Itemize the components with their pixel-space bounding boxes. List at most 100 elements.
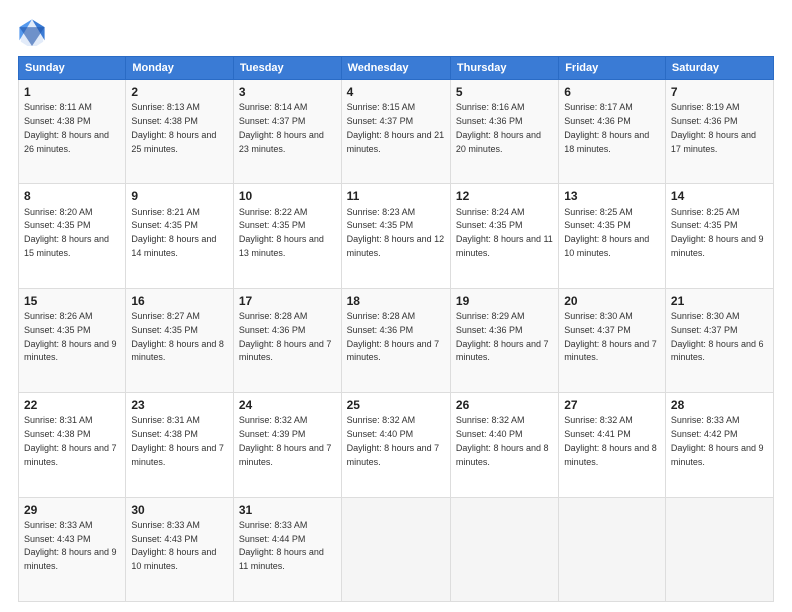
- table-row: 28 Sunrise: 8:33 AMSunset: 4:42 PMDaylig…: [665, 393, 773, 497]
- cell-info: Sunrise: 8:26 AMSunset: 4:35 PMDaylight:…: [24, 311, 117, 362]
- table-row: 30 Sunrise: 8:33 AMSunset: 4:43 PMDaylig…: [126, 497, 234, 601]
- table-row: 10 Sunrise: 8:22 AMSunset: 4:35 PMDaylig…: [233, 184, 341, 288]
- table-row: 3 Sunrise: 8:14 AMSunset: 4:37 PMDayligh…: [233, 80, 341, 184]
- cell-info: Sunrise: 8:32 AMSunset: 4:40 PMDaylight:…: [456, 415, 549, 466]
- cell-info: Sunrise: 8:32 AMSunset: 4:39 PMDaylight:…: [239, 415, 332, 466]
- table-row: 26 Sunrise: 8:32 AMSunset: 4:40 PMDaylig…: [450, 393, 558, 497]
- day-number: 3: [239, 84, 336, 100]
- cell-info: Sunrise: 8:14 AMSunset: 4:37 PMDaylight:…: [239, 102, 324, 153]
- day-number: 14: [671, 188, 768, 204]
- table-row: 15 Sunrise: 8:26 AMSunset: 4:35 PMDaylig…: [19, 288, 126, 392]
- day-number: 27: [564, 397, 660, 413]
- day-number: 21: [671, 293, 768, 309]
- cell-info: Sunrise: 8:33 AMSunset: 4:43 PMDaylight:…: [131, 520, 216, 571]
- day-number: 19: [456, 293, 553, 309]
- table-row: 4 Sunrise: 8:15 AMSunset: 4:37 PMDayligh…: [341, 80, 450, 184]
- table-row: 18 Sunrise: 8:28 AMSunset: 4:36 PMDaylig…: [341, 288, 450, 392]
- day-number: 10: [239, 188, 336, 204]
- cell-info: Sunrise: 8:33 AMSunset: 4:44 PMDaylight:…: [239, 520, 324, 571]
- day-number: 16: [131, 293, 228, 309]
- table-row: 25 Sunrise: 8:32 AMSunset: 4:40 PMDaylig…: [341, 393, 450, 497]
- table-row: 8 Sunrise: 8:20 AMSunset: 4:35 PMDayligh…: [19, 184, 126, 288]
- day-number: 4: [347, 84, 445, 100]
- cell-info: Sunrise: 8:32 AMSunset: 4:41 PMDaylight:…: [564, 415, 657, 466]
- cell-info: Sunrise: 8:33 AMSunset: 4:42 PMDaylight:…: [671, 415, 764, 466]
- logo: [18, 18, 50, 46]
- day-number: 1: [24, 84, 120, 100]
- day-number: 24: [239, 397, 336, 413]
- day-number: 8: [24, 188, 120, 204]
- col-wednesday: Wednesday: [341, 57, 450, 80]
- col-friday: Friday: [559, 57, 666, 80]
- calendar-week-row: 22 Sunrise: 8:31 AMSunset: 4:38 PMDaylig…: [19, 393, 774, 497]
- cell-info: Sunrise: 8:24 AMSunset: 4:35 PMDaylight:…: [456, 207, 553, 258]
- table-row: 12 Sunrise: 8:24 AMSunset: 4:35 PMDaylig…: [450, 184, 558, 288]
- cell-info: Sunrise: 8:27 AMSunset: 4:35 PMDaylight:…: [131, 311, 224, 362]
- cell-info: Sunrise: 8:28 AMSunset: 4:36 PMDaylight:…: [347, 311, 440, 362]
- day-number: 12: [456, 188, 553, 204]
- table-row: 24 Sunrise: 8:32 AMSunset: 4:39 PMDaylig…: [233, 393, 341, 497]
- table-row: [665, 497, 773, 601]
- cell-info: Sunrise: 8:19 AMSunset: 4:36 PMDaylight:…: [671, 102, 756, 153]
- cell-info: Sunrise: 8:30 AMSunset: 4:37 PMDaylight:…: [671, 311, 764, 362]
- day-number: 20: [564, 293, 660, 309]
- col-tuesday: Tuesday: [233, 57, 341, 80]
- calendar-table: Sunday Monday Tuesday Wednesday Thursday…: [18, 56, 774, 602]
- cell-info: Sunrise: 8:25 AMSunset: 4:35 PMDaylight:…: [671, 207, 764, 258]
- day-number: 13: [564, 188, 660, 204]
- table-row: 14 Sunrise: 8:25 AMSunset: 4:35 PMDaylig…: [665, 184, 773, 288]
- calendar-week-row: 1 Sunrise: 8:11 AMSunset: 4:38 PMDayligh…: [19, 80, 774, 184]
- cell-info: Sunrise: 8:23 AMSunset: 4:35 PMDaylight:…: [347, 207, 445, 258]
- table-row: 27 Sunrise: 8:32 AMSunset: 4:41 PMDaylig…: [559, 393, 666, 497]
- table-row: 31 Sunrise: 8:33 AMSunset: 4:44 PMDaylig…: [233, 497, 341, 601]
- day-number: 23: [131, 397, 228, 413]
- cell-info: Sunrise: 8:11 AMSunset: 4:38 PMDaylight:…: [24, 102, 109, 153]
- day-number: 30: [131, 502, 228, 518]
- day-number: 11: [347, 188, 445, 204]
- cell-info: Sunrise: 8:13 AMSunset: 4:38 PMDaylight:…: [131, 102, 216, 153]
- table-row: [341, 497, 450, 601]
- cell-info: Sunrise: 8:32 AMSunset: 4:40 PMDaylight:…: [347, 415, 440, 466]
- cell-info: Sunrise: 8:20 AMSunset: 4:35 PMDaylight:…: [24, 207, 109, 258]
- table-row: 6 Sunrise: 8:17 AMSunset: 4:36 PMDayligh…: [559, 80, 666, 184]
- table-row: 23 Sunrise: 8:31 AMSunset: 4:38 PMDaylig…: [126, 393, 234, 497]
- day-number: 2: [131, 84, 228, 100]
- day-number: 26: [456, 397, 553, 413]
- table-row: 16 Sunrise: 8:27 AMSunset: 4:35 PMDaylig…: [126, 288, 234, 392]
- table-row: 21 Sunrise: 8:30 AMSunset: 4:37 PMDaylig…: [665, 288, 773, 392]
- cell-info: Sunrise: 8:30 AMSunset: 4:37 PMDaylight:…: [564, 311, 657, 362]
- day-number: 7: [671, 84, 768, 100]
- logo-icon: [18, 18, 46, 46]
- calendar-header-row: Sunday Monday Tuesday Wednesday Thursday…: [19, 57, 774, 80]
- table-row: 5 Sunrise: 8:16 AMSunset: 4:36 PMDayligh…: [450, 80, 558, 184]
- cell-info: Sunrise: 8:16 AMSunset: 4:36 PMDaylight:…: [456, 102, 541, 153]
- day-number: 28: [671, 397, 768, 413]
- calendar-week-row: 29 Sunrise: 8:33 AMSunset: 4:43 PMDaylig…: [19, 497, 774, 601]
- cell-info: Sunrise: 8:25 AMSunset: 4:35 PMDaylight:…: [564, 207, 649, 258]
- day-number: 22: [24, 397, 120, 413]
- col-saturday: Saturday: [665, 57, 773, 80]
- day-number: 25: [347, 397, 445, 413]
- calendar-week-row: 15 Sunrise: 8:26 AMSunset: 4:35 PMDaylig…: [19, 288, 774, 392]
- day-number: 9: [131, 188, 228, 204]
- col-monday: Monday: [126, 57, 234, 80]
- cell-info: Sunrise: 8:22 AMSunset: 4:35 PMDaylight:…: [239, 207, 324, 258]
- cell-info: Sunrise: 8:31 AMSunset: 4:38 PMDaylight:…: [131, 415, 224, 466]
- cell-info: Sunrise: 8:33 AMSunset: 4:43 PMDaylight:…: [24, 520, 117, 571]
- day-number: 29: [24, 502, 120, 518]
- table-row: 1 Sunrise: 8:11 AMSunset: 4:38 PMDayligh…: [19, 80, 126, 184]
- table-row: 17 Sunrise: 8:28 AMSunset: 4:36 PMDaylig…: [233, 288, 341, 392]
- day-number: 31: [239, 502, 336, 518]
- day-number: 15: [24, 293, 120, 309]
- day-number: 5: [456, 84, 553, 100]
- cell-info: Sunrise: 8:17 AMSunset: 4:36 PMDaylight:…: [564, 102, 649, 153]
- col-thursday: Thursday: [450, 57, 558, 80]
- cell-info: Sunrise: 8:31 AMSunset: 4:38 PMDaylight:…: [24, 415, 117, 466]
- day-number: 17: [239, 293, 336, 309]
- table-row: 9 Sunrise: 8:21 AMSunset: 4:35 PMDayligh…: [126, 184, 234, 288]
- table-row: 11 Sunrise: 8:23 AMSunset: 4:35 PMDaylig…: [341, 184, 450, 288]
- cell-info: Sunrise: 8:28 AMSunset: 4:36 PMDaylight:…: [239, 311, 332, 362]
- table-row: 29 Sunrise: 8:33 AMSunset: 4:43 PMDaylig…: [19, 497, 126, 601]
- table-row: 20 Sunrise: 8:30 AMSunset: 4:37 PMDaylig…: [559, 288, 666, 392]
- table-row: 22 Sunrise: 8:31 AMSunset: 4:38 PMDaylig…: [19, 393, 126, 497]
